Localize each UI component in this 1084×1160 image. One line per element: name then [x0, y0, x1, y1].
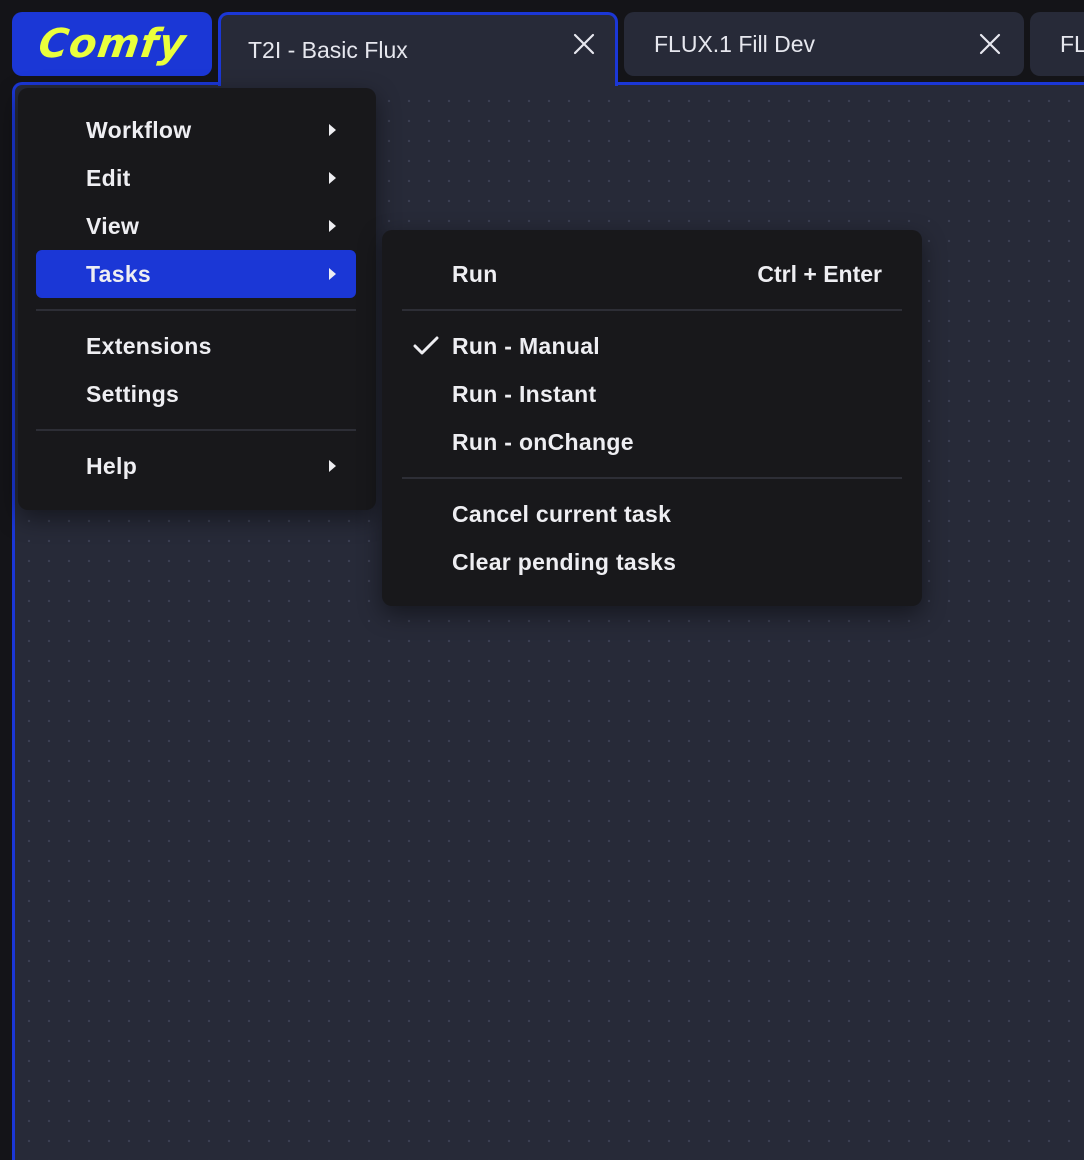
- run-mode-instant[interactable]: Run - Instant: [402, 370, 902, 418]
- caret-right-icon: [326, 220, 338, 232]
- menu-item-label: Run - onChange: [452, 428, 634, 455]
- tab-partial[interactable]: FL: [1030, 12, 1084, 76]
- close-icon[interactable]: [572, 32, 596, 56]
- menu-item-view[interactable]: View: [36, 202, 356, 250]
- menu-item-label: Edit: [86, 164, 131, 191]
- tab-t2i-basic-flux[interactable]: T2I - Basic Flux: [218, 12, 618, 86]
- menu-divider: [402, 477, 902, 479]
- clear-pending-tasks[interactable]: Clear pending tasks: [402, 538, 902, 586]
- comfy-logo: Comfy: [35, 21, 189, 67]
- comfy-app: Comfy T2I - Basic Flux FLUX.1 Fill Dev F…: [0, 0, 1084, 1160]
- menu-item-label: Tasks: [86, 260, 152, 287]
- menu-item-workflow[interactable]: Workflow: [36, 106, 356, 154]
- tab-flux-fill-dev[interactable]: FLUX.1 Fill Dev: [624, 12, 1024, 76]
- menu-item-label: Workflow: [86, 116, 192, 143]
- tab-label: FL: [1060, 30, 1084, 57]
- tasks-submenu: Run Ctrl + Enter Run - Manual Run - Inst…: [382, 230, 922, 606]
- menu-divider: [36, 309, 356, 311]
- menu-item-label: Settings: [86, 380, 180, 407]
- run-mode-manual[interactable]: Run - Manual: [402, 322, 902, 370]
- menu-item-help[interactable]: Help: [36, 442, 356, 490]
- top-bar: Comfy T2I - Basic Flux FLUX.1 Fill Dev F…: [0, 0, 1084, 86]
- run-menu-item[interactable]: Run Ctrl + Enter: [402, 250, 902, 298]
- caret-right-icon: [326, 172, 338, 184]
- menu-item-label: Run - Manual: [452, 332, 600, 359]
- cancel-current-task[interactable]: Cancel current task: [402, 490, 902, 538]
- menu-divider: [402, 309, 902, 311]
- menu-item-extensions[interactable]: Extensions: [36, 322, 356, 370]
- comfy-main-menu: Workflow Edit View Tasks Extensions Sett…: [18, 88, 376, 510]
- menu-item-label: View: [86, 212, 140, 239]
- tab-label: T2I - Basic Flux: [248, 37, 408, 63]
- menu-item-label: Run: [452, 260, 498, 287]
- menu-item-edit[interactable]: Edit: [36, 154, 356, 202]
- run-mode-onchange[interactable]: Run - onChange: [402, 418, 902, 466]
- close-icon[interactable]: [978, 32, 1002, 56]
- menu-item-tasks[interactable]: Tasks: [36, 250, 356, 298]
- comfy-menu-button[interactable]: Comfy: [12, 12, 212, 76]
- active-tab-join: [221, 80, 613, 86]
- menu-item-label: Extensions: [86, 332, 212, 359]
- run-shortcut: Ctrl + Enter: [757, 260, 882, 287]
- caret-right-icon: [326, 460, 338, 472]
- menu-item-label: Run - Instant: [452, 380, 597, 407]
- menu-item-label: Clear pending tasks: [452, 548, 677, 575]
- check-icon: [412, 332, 440, 360]
- caret-right-icon: [326, 268, 338, 280]
- menu-divider: [36, 429, 356, 431]
- menu-item-settings[interactable]: Settings: [36, 370, 356, 418]
- menu-item-label: Help: [86, 452, 138, 479]
- tab-label: FLUX.1 Fill Dev: [654, 30, 816, 57]
- caret-right-icon: [326, 124, 338, 136]
- menu-item-label: Cancel current task: [452, 500, 672, 527]
